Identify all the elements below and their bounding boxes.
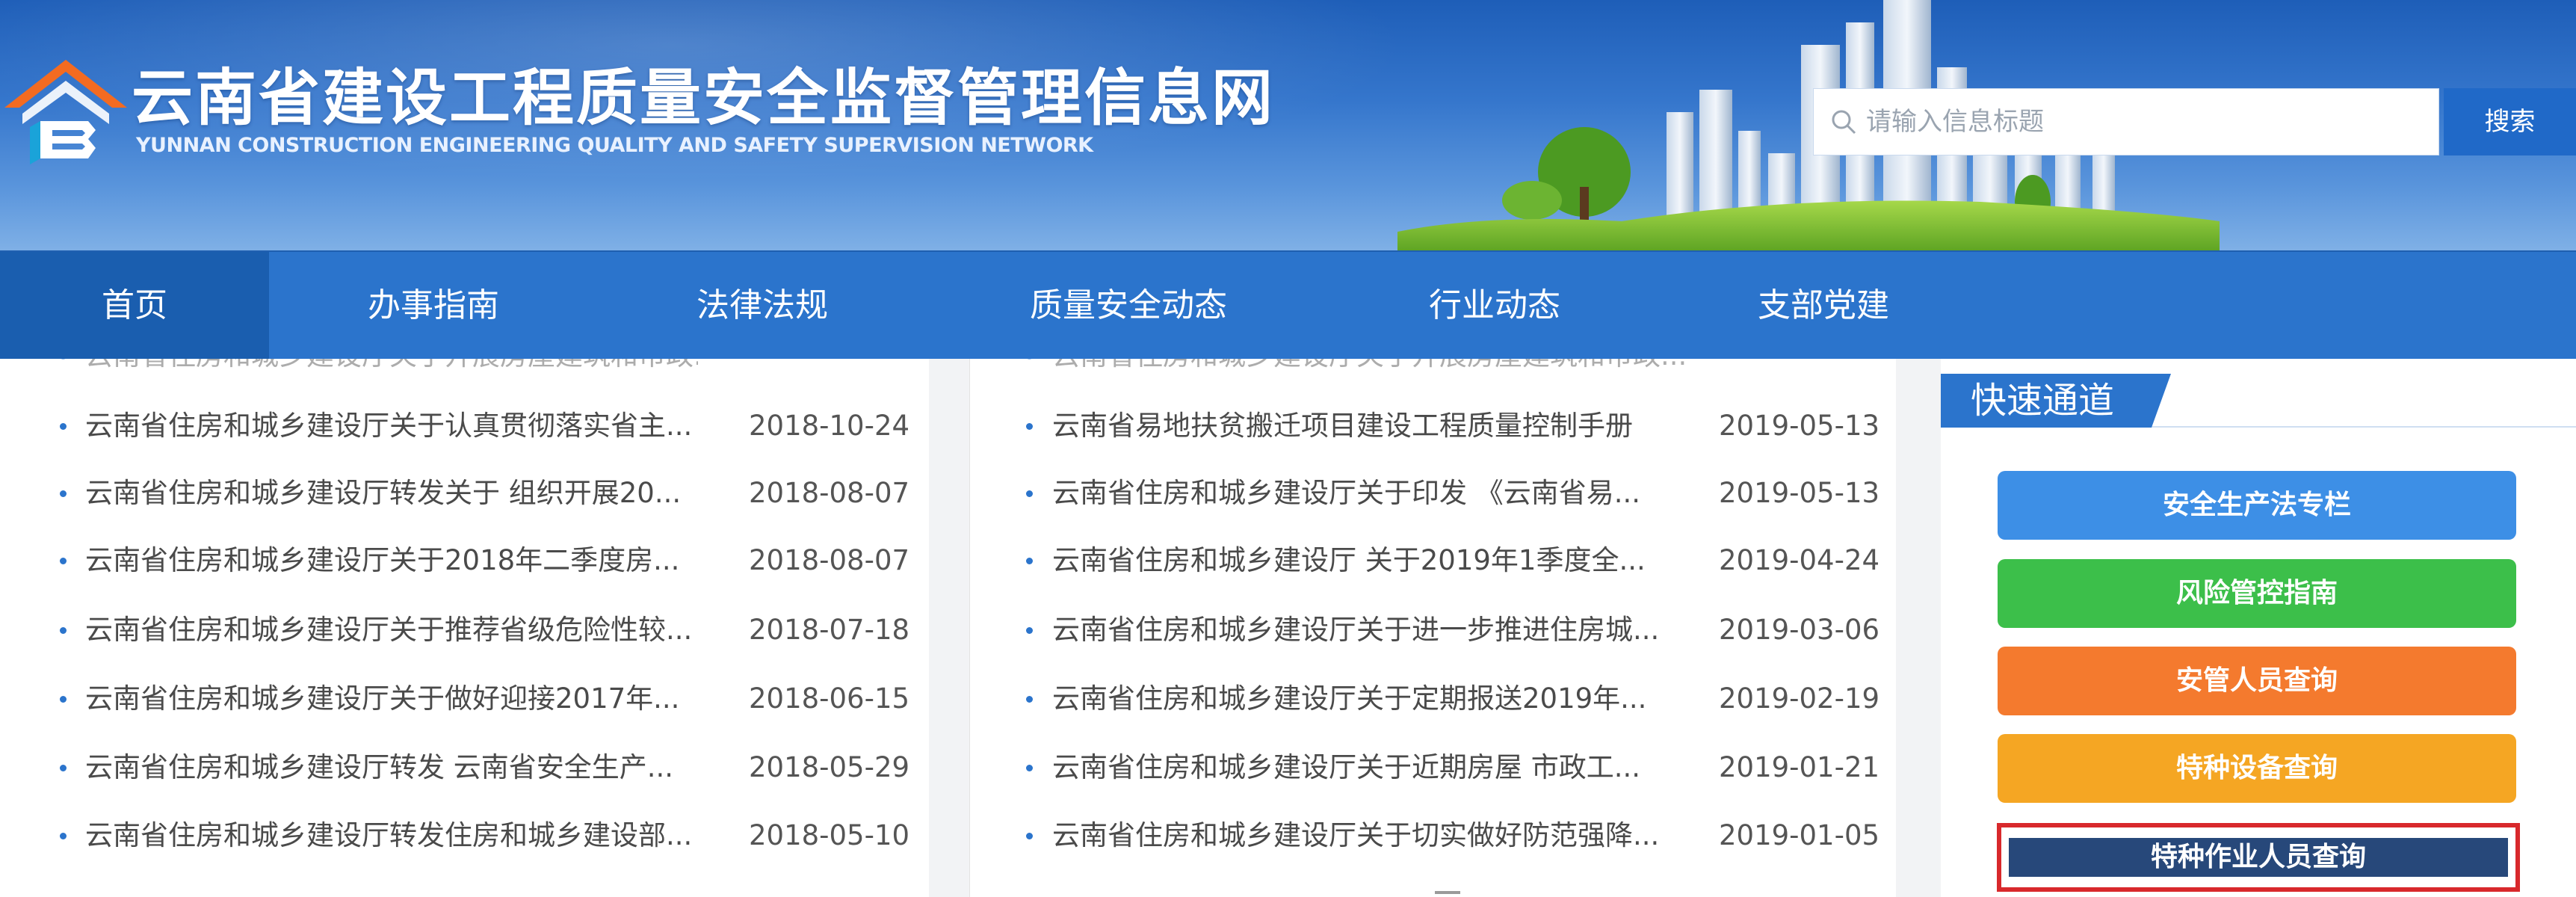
list-item[interactable]: 云南省住房和城乡建设厅转发住房和城乡建设部... 2018-05-10	[0, 813, 929, 858]
bullet-icon	[1026, 558, 1033, 564]
list-item-title[interactable]: 云南省住房和城乡建设厅转发 云南省安全生产...	[85, 745, 698, 790]
list-item[interactable]: 云南省住房和城乡建设厅关于推荐省级危险性较... 2018-07-18	[0, 608, 929, 653]
list-item-date: 2019-01-05	[1719, 819, 1880, 851]
list-item[interactable]: 云南省住房和城乡建设厅关于认真贯彻落实省主... 2018-10-24	[0, 404, 929, 449]
list-item[interactable]: 云南省住房和城乡建设厅 关于2019年1季度全... 2019-04-24	[970, 538, 1897, 583]
list-item[interactable]: 云南省住房和城乡建设厅关于2018年二季度房... 2018-08-07	[0, 538, 929, 583]
bullet-icon	[60, 490, 67, 497]
list-item-partial: 云南省住房和城乡建设厅关于开展房屋建筑和市政...	[970, 359, 1897, 378]
list-item[interactable]: 云南省住房和城乡建设厅关于近期房屋 市政工... 2019-01-21	[970, 745, 1897, 790]
bullet-icon	[1026, 833, 1033, 839]
site-subtitle-en: YUNNAN CONSTRUCTION ENGINEERING QUALITY …	[136, 134, 1093, 157]
search-button[interactable]: 搜索	[2444, 88, 2576, 155]
list-item-date: 2019-04-24	[1719, 544, 1880, 576]
quick-button-special-equipment[interactable]: 特种设备查询	[1998, 734, 2516, 803]
quick-channel-panel: 快速通道 安全生产法专栏 风险管控指南 安管人员查询 特种设备查询	[1941, 359, 2576, 897]
list-item-title[interactable]: 云南省住房和城乡建设厅关于2018年二季度房...	[85, 538, 698, 583]
list-item[interactable]: 云南省住房和城乡建设厅关于进一步推进住房城... 2019-03-06	[970, 608, 1897, 653]
nav-item-party-building[interactable]: 支部党建	[1659, 252, 1988, 359]
list-item-title[interactable]: 云南省住房和城乡建设厅关于做好迎接2017年...	[85, 676, 698, 721]
bullet-icon	[1026, 696, 1033, 703]
scroll-indicator	[1435, 891, 1460, 894]
list-item-date: 2018-05-29	[749, 751, 910, 783]
site-header: 云南省建设工程质量安全监督管理信息网 YUNNAN CONSTRUCTION E…	[0, 0, 2576, 250]
search-box	[1813, 88, 2439, 155]
list-item-date: 2019-03-06	[1719, 614, 1880, 646]
quick-button-safety-personnel[interactable]: 安管人员查询	[1998, 647, 2516, 715]
quick-button-safety-law[interactable]: 安全生产法专栏	[1998, 471, 2516, 540]
bullet-icon	[60, 833, 67, 839]
list-item[interactable]: 云南省住房和城乡建设厅关于印发 《云南省易... 2019-05-13	[970, 471, 1897, 516]
bullet-icon	[60, 765, 67, 771]
bullet-icon	[60, 696, 67, 703]
search-input[interactable]	[1866, 89, 2427, 155]
bullet-icon	[1026, 423, 1033, 430]
nav-item-industry-news[interactable]: 行业动态	[1330, 252, 1659, 359]
quick-button-special-operators[interactable]: 特种作业人员查询	[2009, 838, 2508, 877]
list-item[interactable]: 云南省住房和城乡建设厅转发关于 组织开展20... 2018-08-07	[0, 471, 929, 516]
column-gutter	[1896, 359, 1941, 897]
list-item-title[interactable]: 云南省住房和城乡建设厅关于进一步推进住房城...	[1052, 608, 1702, 653]
site-title: 云南省建设工程质量安全监督管理信息网	[132, 63, 1276, 134]
list-item-title[interactable]: 云南省住房和城乡建设厅转发关于 组织开展20...	[85, 471, 698, 516]
news-list-left: 云南省住房和城乡建设厅关于开展房屋建筑和市政... 云南省住房和城乡建设厅关于认…	[0, 359, 930, 897]
list-item-date: 2019-05-13	[1719, 410, 1880, 442]
news-list-middle: 云南省住房和城乡建设厅关于开展房屋建筑和市政... 云南省易地扶贫搬迁项目建设工…	[969, 359, 1897, 897]
list-item-date: 2019-01-21	[1719, 751, 1880, 783]
bullet-icon	[60, 558, 67, 564]
nav-item-laws[interactable]: 法律法规	[598, 252, 927, 359]
bullet-icon	[1026, 765, 1033, 771]
list-item[interactable]: 云南省住房和城乡建设厅关于做好迎接2017年... 2018-06-15	[0, 676, 929, 721]
list-item-date: 2019-02-19	[1719, 682, 1880, 715]
main-nav: 首页 办事指南 法律法规 质量安全动态 行业动态 支部党建	[0, 250, 2576, 359]
list-item-title[interactable]: 云南省易地扶贫搬迁项目建设工程质量控制手册	[1052, 404, 1740, 449]
site-logo-icon[interactable]	[0, 55, 132, 167]
list-item-title[interactable]: 云南省住房和城乡建设厅 关于2019年1季度全...	[1052, 538, 1702, 583]
search-icon	[1832, 110, 1856, 135]
list-item-date: 2018-08-07	[749, 477, 910, 509]
quick-button-risk-guide[interactable]: 风险管控指南	[1998, 559, 2516, 628]
list-item-date: 2018-06-15	[749, 682, 910, 715]
list-item[interactable]: 云南省住房和城乡建设厅转发 云南省安全生产... 2018-05-29	[0, 745, 929, 790]
list-item[interactable]: 云南省易地扶贫搬迁项目建设工程质量控制手册 2019-05-13	[970, 404, 1897, 449]
list-item-title[interactable]: 云南省住房和城乡建设厅关于近期房屋 市政工...	[1052, 745, 1702, 790]
list-item-date: 2018-10-24	[749, 410, 910, 442]
quick-channel-title-tail	[2152, 374, 2171, 428]
list-item-title[interactable]: 云南省住房和城乡建设厅关于定期报送2019年...	[1052, 676, 1702, 721]
nav-item-guide[interactable]: 办事指南	[269, 252, 598, 359]
bullet-icon	[60, 423, 67, 430]
list-item-title[interactable]: 云南省住房和城乡建设厅关于认真贯彻落实省主...	[85, 404, 698, 449]
list-item-partial: 云南省住房和城乡建设厅关于开展房屋建筑和市政...	[0, 359, 929, 378]
column-gutter	[929, 359, 969, 897]
list-item-title[interactable]: 云南省住房和城乡建设厅转发住房和城乡建设部...	[85, 813, 698, 858]
bullet-icon	[1026, 490, 1033, 497]
quick-button-special-operators-highlight: 特种作业人员查询	[1997, 823, 2520, 892]
list-item-title[interactable]: 云南省住房和城乡建设厅关于印发 《云南省易...	[1052, 471, 1702, 516]
nav-item-quality-safety-news[interactable]: 质量安全动态	[927, 252, 1330, 359]
quick-channel-title: 快速通道	[1941, 374, 2152, 428]
list-item-title[interactable]: 云南省住房和城乡建设厅关于推荐省级危险性较...	[85, 608, 698, 653]
list-item[interactable]: 云南省住房和城乡建设厅关于切实做好防范强降... 2019-01-05	[970, 813, 1897, 858]
list-item-date: 2018-07-18	[749, 614, 910, 646]
list-item-title[interactable]: 云南省住房和城乡建设厅关于切实做好防范强降...	[1052, 813, 1702, 858]
nav-item-home[interactable]: 首页	[0, 252, 269, 359]
list-item-date: 2018-05-10	[749, 819, 910, 851]
list-item[interactable]: 云南省住房和城乡建设厅关于定期报送2019年... 2019-02-19	[970, 676, 1897, 721]
list-item-date: 2019-05-13	[1719, 477, 1880, 509]
bullet-icon	[1026, 627, 1033, 634]
list-item-date: 2018-08-07	[749, 544, 910, 576]
bullet-icon	[60, 627, 67, 634]
